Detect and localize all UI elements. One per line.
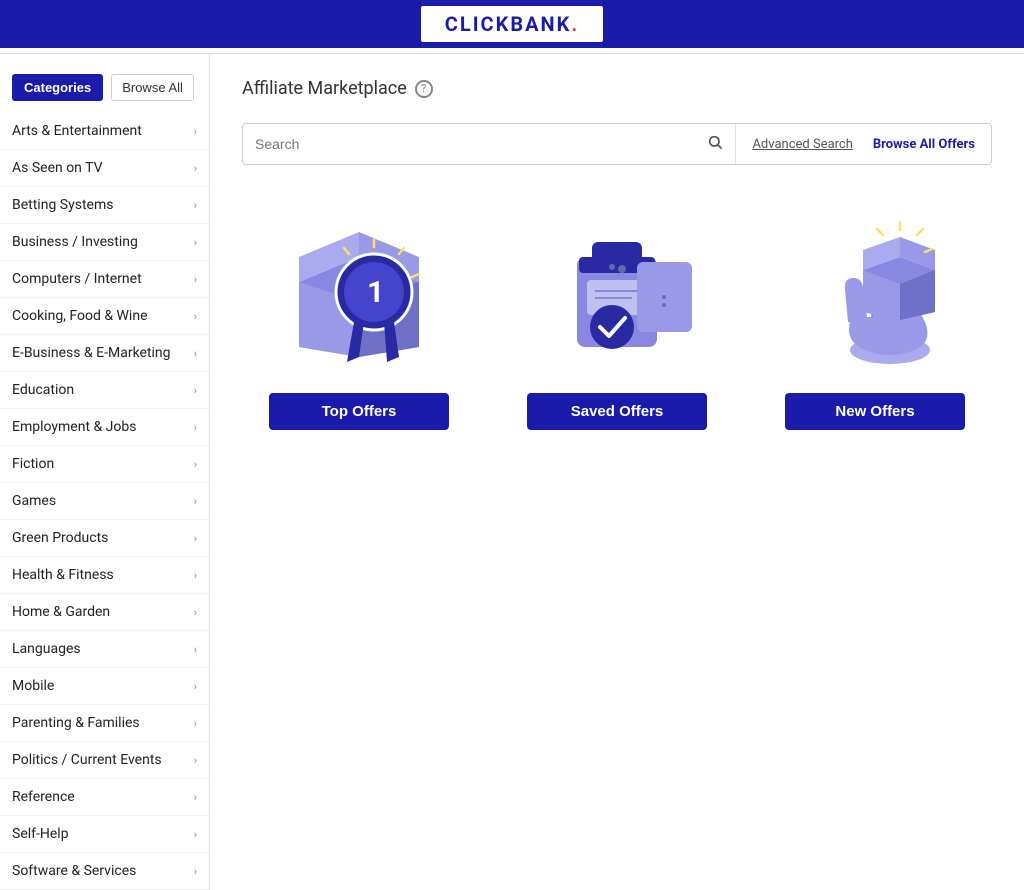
chevron-down-icon: ›	[194, 236, 197, 249]
chevron-down-icon: ›	[194, 717, 197, 730]
sidebar-item-computers---internet[interactable]: Computers / Internet ›	[0, 261, 209, 298]
chevron-down-icon: ›	[194, 347, 197, 360]
offer-card-new: New Offers	[758, 197, 992, 430]
sidebar-item-label: Business / Investing	[12, 234, 138, 250]
help-icon[interactable]: ?	[415, 80, 433, 98]
sidebar-item-label: Software & Services	[12, 863, 136, 879]
logo: CLICKBANK.	[421, 6, 603, 42]
browse-all-button[interactable]: Browse All	[111, 74, 194, 101]
chevron-down-icon: ›	[194, 643, 197, 656]
layout: Categories Browse All Arts & Entertainme…	[0, 54, 1024, 890]
sidebar-item-e-business---e-marketing[interactable]: E-Business & E-Marketing ›	[0, 335, 209, 372]
new-offers-button[interactable]: New Offers	[785, 393, 965, 430]
chevron-down-icon: ›	[194, 421, 197, 434]
logo-dot: .	[571, 12, 579, 36]
chevron-down-icon: ›	[194, 791, 197, 804]
sidebar-item-cooking--food---wine[interactable]: Cooking, Food & Wine ›	[0, 298, 209, 335]
sidebar-item-betting-systems[interactable]: Betting Systems ›	[0, 187, 209, 224]
browse-all-offers-link[interactable]: Browse All Offers	[873, 137, 975, 152]
chevron-down-icon: ›	[194, 162, 197, 175]
sidebar-item-label: Fiction	[12, 456, 54, 472]
sidebar-item-self-help[interactable]: Self-Help ›	[0, 816, 209, 853]
page-title-row: Affiliate Marketplace ?	[242, 78, 992, 99]
chevron-down-icon: ›	[194, 606, 197, 619]
top-offers-illustration: 1	[242, 197, 476, 377]
sidebar-item-label: Languages	[12, 641, 81, 657]
search-input[interactable]	[255, 126, 707, 162]
sidebar-item-parenting---families[interactable]: Parenting & Families ›	[0, 705, 209, 742]
search-icon	[707, 134, 723, 154]
top-offers-button[interactable]: Top Offers	[269, 393, 449, 430]
sidebar-item-label: Politics / Current Events	[12, 752, 162, 768]
sidebar-item-arts---entertainment[interactable]: Arts & Entertainment ›	[0, 113, 209, 150]
sidebar-item-home---garden[interactable]: Home & Garden ›	[0, 594, 209, 631]
sidebar-item-education[interactable]: Education ›	[0, 372, 209, 409]
sidebar-item-label: Arts & Entertainment	[12, 123, 142, 139]
sidebar-item-green-products[interactable]: Green Products ›	[0, 520, 209, 557]
sidebar-item-business---investing[interactable]: Business / Investing ›	[0, 224, 209, 261]
sidebar-item-label: Home & Garden	[12, 604, 110, 620]
sidebar-item-label: Games	[12, 493, 56, 509]
sidebar-item-label: As Seen on TV	[12, 160, 103, 176]
offer-card-saved: Saved Offers	[500, 197, 734, 430]
page-title: Affiliate Marketplace	[242, 78, 407, 99]
offer-card-top: 1 Top Offers	[242, 197, 476, 430]
sidebar: Categories Browse All Arts & Entertainme…	[0, 54, 210, 890]
advanced-search-link[interactable]: Advanced Search	[752, 137, 852, 152]
chevron-down-icon: ›	[194, 310, 197, 323]
sidebar-item-label: Health & Fitness	[12, 567, 114, 583]
sidebar-item-label: Betting Systems	[12, 197, 113, 213]
sidebar-items-list: Arts & Entertainment › As Seen on TV › B…	[0, 113, 209, 890]
chevron-down-icon: ›	[194, 569, 197, 582]
chevron-down-icon: ›	[194, 495, 197, 508]
saved-offers-button[interactable]: Saved Offers	[527, 393, 707, 430]
sidebar-item-software---services[interactable]: Software & Services ›	[0, 853, 209, 890]
chevron-down-icon: ›	[194, 199, 197, 212]
sidebar-item-label: Computers / Internet	[12, 271, 142, 287]
chevron-down-icon: ›	[194, 273, 197, 286]
sidebar-item-fiction[interactable]: Fiction ›	[0, 446, 209, 483]
logo-text: CLICKBANK.	[445, 12, 579, 36]
saved-offers-illustration	[500, 197, 734, 377]
chevron-down-icon: ›	[194, 828, 197, 841]
sidebar-item-games[interactable]: Games ›	[0, 483, 209, 520]
sidebar-item-mobile[interactable]: Mobile ›	[0, 668, 209, 705]
sidebar-item-label: Mobile	[12, 678, 54, 694]
chevron-down-icon: ›	[194, 384, 197, 397]
sidebar-item-label: Self-Help	[12, 826, 69, 842]
logo-brand: CLICKBANK	[445, 12, 572, 36]
sidebar-item-health---fitness[interactable]: Health & Fitness ›	[0, 557, 209, 594]
sidebar-item-label: Cooking, Food & Wine	[12, 308, 148, 324]
main-content: Affiliate Marketplace ? Advanced Search …	[210, 54, 1024, 890]
sidebar-item-label: Education	[12, 382, 74, 398]
chevron-down-icon: ›	[194, 532, 197, 545]
search-inner	[243, 126, 735, 162]
chevron-down-icon: ›	[194, 754, 197, 767]
sidebar-item-label: E-Business & E-Marketing	[12, 345, 171, 361]
header: CLICKBANK.	[0, 0, 1024, 48]
svg-text:1: 1	[367, 275, 384, 310]
offers-grid: 1 Top Offers	[242, 197, 992, 430]
search-actions: Advanced Search Browse All Offers	[736, 137, 991, 152]
sidebar-item-employment---jobs[interactable]: Employment & Jobs ›	[0, 409, 209, 446]
sidebar-item-as-seen-on-tv[interactable]: As Seen on TV ›	[0, 150, 209, 187]
sidebar-header: Categories Browse All	[0, 66, 209, 113]
sidebar-item-languages[interactable]: Languages ›	[0, 631, 209, 668]
chevron-down-icon: ›	[194, 865, 197, 878]
new-offers-illustration	[758, 197, 992, 377]
sidebar-item-politics---current-events[interactable]: Politics / Current Events ›	[0, 742, 209, 779]
search-container: Advanced Search Browse All Offers	[242, 123, 992, 165]
sidebar-item-label: Reference	[12, 789, 75, 805]
chevron-down-icon: ›	[194, 680, 197, 693]
chevron-down-icon: ›	[194, 125, 197, 138]
chevron-down-icon: ›	[194, 458, 197, 471]
sidebar-item-label: Parenting & Families	[12, 715, 140, 731]
sidebar-item-label: Green Products	[12, 530, 108, 546]
sidebar-item-reference[interactable]: Reference ›	[0, 779, 209, 816]
sidebar-item-label: Employment & Jobs	[12, 419, 136, 435]
categories-button[interactable]: Categories	[12, 74, 103, 101]
